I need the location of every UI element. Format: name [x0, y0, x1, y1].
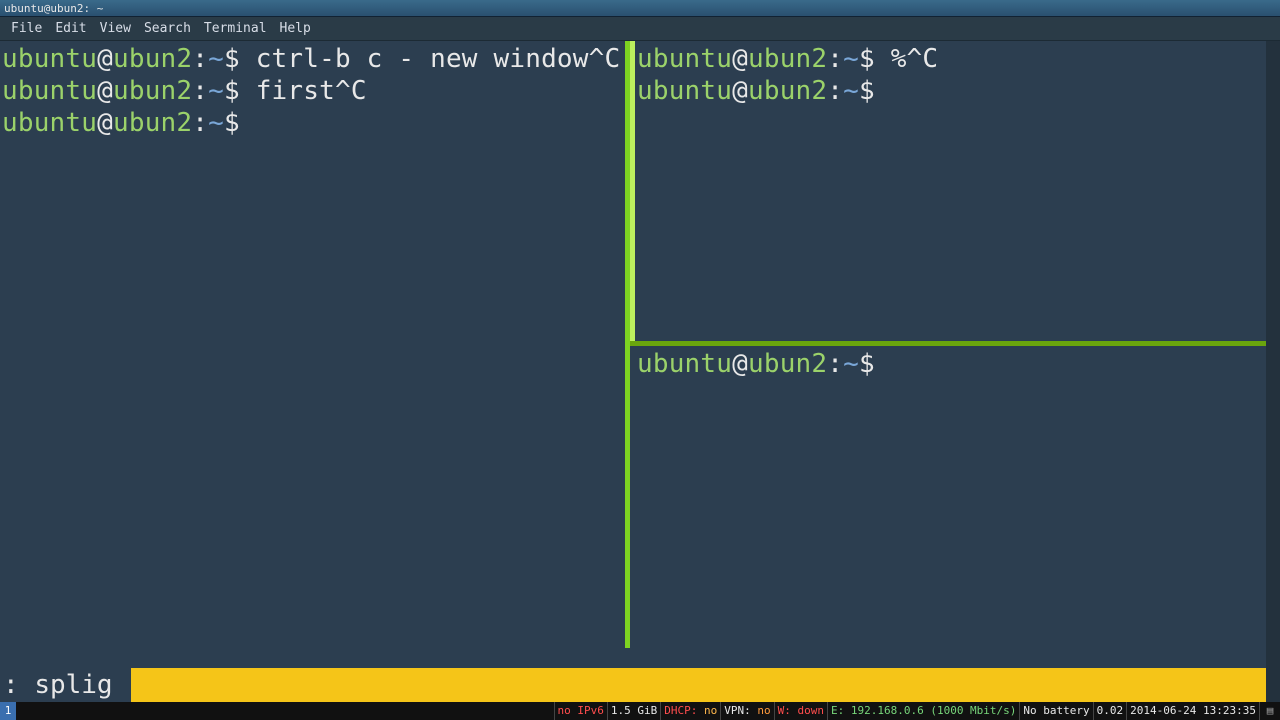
tmux-pane-left[interactable]: ubuntu@ubun2:~$ ctrl-b c - new window^C …	[0, 41, 630, 648]
tmux-pane-bottom-right[interactable]: ubuntu@ubun2:~$	[635, 346, 1266, 668]
menu-view[interactable]: View	[94, 19, 137, 38]
menu-edit[interactable]: Edit	[49, 19, 92, 38]
status-vpn: VPN: no	[720, 702, 773, 720]
status-dhcp: DHCP: no	[660, 702, 720, 720]
window-title: ubuntu@ubun2: ~	[4, 2, 103, 15]
tray-icon: ▤	[1263, 702, 1277, 720]
status-memory: 1.5 GiB	[607, 702, 660, 720]
menu-file[interactable]: File	[5, 19, 48, 38]
menu-help[interactable]: Help	[274, 19, 317, 38]
terminal-content-left: ubuntu@ubun2:~$ ctrl-b c - new window^C …	[0, 41, 625, 139]
status-ipv6: no IPv6	[554, 702, 607, 720]
status-load: 0.02	[1093, 702, 1127, 720]
tmux-command-bar[interactable]: : splig	[0, 668, 1266, 702]
menu-terminal[interactable]: Terminal	[198, 19, 273, 38]
status-battery: No battery	[1019, 702, 1092, 720]
tmux-pane-top-right[interactable]: ubuntu@ubun2:~$ %^C ubuntu@ubun2:~$	[635, 41, 1266, 341]
tmux-command-text: : splig	[0, 668, 117, 702]
scrollbar-corner	[1266, 668, 1280, 702]
menu-bar: File Edit View Search Terminal Help	[0, 17, 1280, 41]
workspace-indicator[interactable]: 1	[0, 702, 16, 720]
tmux-command-cursor	[115, 668, 131, 702]
status-datetime: 2014-06-24 13:23:35	[1126, 702, 1259, 720]
scrollbar[interactable]	[1266, 41, 1280, 668]
terminal-content-bottom-right: ubuntu@ubun2:~$	[635, 346, 1266, 380]
i3-status-bar: 1 no IPv6 1.5 GiB DHCP: no VPN: no W: do…	[0, 702, 1280, 720]
status-ethernet: E: 192.168.0.6 (1000 Mbit/s)	[827, 702, 1019, 720]
terminal-content-top-right: ubuntu@ubun2:~$ %^C ubuntu@ubun2:~$	[635, 41, 1266, 107]
terminal-area: ubuntu@ubun2:~$ ctrl-b c - new window^C …	[0, 41, 1280, 702]
menu-search[interactable]: Search	[138, 19, 197, 38]
window-titlebar: ubuntu@ubun2: ~	[0, 0, 1280, 17]
statusbar-spacer	[16, 702, 554, 720]
status-tray-icon[interactable]: ▤	[1259, 702, 1280, 720]
status-wlan: W: down	[774, 702, 827, 720]
